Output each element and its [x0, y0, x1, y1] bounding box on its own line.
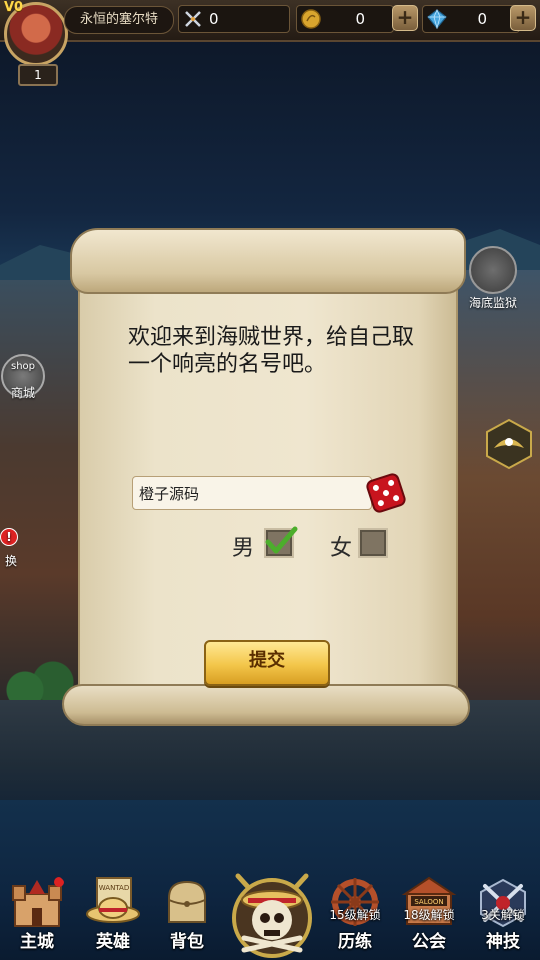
shop-button[interactable]: shop 商城 [0, 354, 46, 401]
nav-main-city-label: 主城 [20, 932, 54, 952]
submit-button[interactable]: 提交 [204, 640, 330, 686]
gold-coin-icon [301, 9, 321, 29]
bottom-navigation: 主城 WANTAD 英雄 背包 15级解锁 历练 SALOON 18级解锁 公会… [0, 868, 540, 960]
female-label: 女 [330, 536, 353, 561]
wanted-text: WANTAD [99, 884, 129, 892]
nav-guild-label: 公会 [412, 932, 446, 952]
training-lock-note: 15级解锁 [329, 908, 381, 922]
power-value: 0 [209, 10, 219, 28]
vip-level: V0 [4, 0, 24, 15]
diamond-icon [427, 9, 447, 29]
power-counter: 0 [178, 5, 290, 33]
player-level: 1 [18, 64, 58, 86]
scroll-top-roll [70, 228, 466, 294]
gold-counter: 0 [296, 5, 394, 33]
shop-label: 商城 [10, 386, 35, 400]
nav-heroes[interactable]: WANTAD 英雄 [80, 876, 146, 960]
checkmark-icon [265, 526, 298, 554]
add-gold-button[interactable]: + [392, 5, 418, 31]
male-checkbox[interactable] [264, 526, 298, 558]
exchange-label: 换 [4, 554, 17, 568]
underwater-prison-label: 海底监狱 [468, 296, 517, 310]
diamond-value: 0 [477, 10, 487, 28]
nav-backpack[interactable]: 背包 [154, 876, 220, 960]
nav-main-city[interactable]: 主城 [4, 876, 70, 960]
saloon-text: SALOON [414, 898, 443, 906]
wanted-poster-hat-icon: WANTAD [86, 877, 140, 923]
skull-icon [469, 246, 517, 294]
backpack-icon [168, 880, 206, 923]
nav-heroes-label: 英雄 [96, 932, 130, 952]
crossed-swords-icon [185, 11, 201, 27]
pirate-hat-button[interactable] [482, 418, 536, 473]
nav-divine-skill[interactable]: 3关解锁 神技 [470, 876, 536, 960]
gold-value: 0 [355, 10, 365, 28]
nav-backpack-label: 背包 [170, 932, 204, 952]
nav-training[interactable]: 15级解锁 历练 [322, 876, 388, 960]
welcome-message: 欢迎来到海贼世界，给自己取一个响亮的名号吧。 [128, 325, 415, 377]
male-label: 男 [232, 536, 255, 561]
shop-sign-text: shop [10, 361, 35, 372]
divine-skill-lock-note: 3关解锁 [481, 908, 525, 922]
female-checkbox[interactable] [358, 528, 388, 558]
nav-guild[interactable]: SALOON 18级解锁 公会 [396, 876, 462, 960]
add-diamond-button[interactable]: + [510, 5, 536, 31]
name-dialog-scroll: 欢迎来到海贼世界，给自己取一个响亮的名号吧。 男 女 提交 [62, 228, 470, 728]
player-avatar-group[interactable]: V0 1 [2, 0, 72, 86]
jolly-roger-skull-icon[interactable] [228, 868, 316, 960]
pirate-hat-icon [486, 418, 532, 470]
nav-training-label: 历练 [338, 932, 372, 952]
underwater-prison-button[interactable]: 海底监狱 [462, 246, 524, 311]
guild-lock-note: 18级解锁 [403, 908, 455, 922]
side-exchange-button[interactable]: ! 换 [0, 528, 22, 569]
player-name-input[interactable] [132, 476, 372, 510]
player-name[interactable]: 永恒的塞尔特 [64, 6, 174, 34]
scroll-bottom-roll [62, 684, 470, 726]
castle-icon [12, 877, 64, 927]
alert-badge: ! [0, 528, 18, 546]
diamond-counter: 0 [422, 5, 520, 33]
nav-divine-skill-label: 神技 [486, 932, 520, 952]
random-name-dice-icon[interactable] [364, 471, 408, 515]
